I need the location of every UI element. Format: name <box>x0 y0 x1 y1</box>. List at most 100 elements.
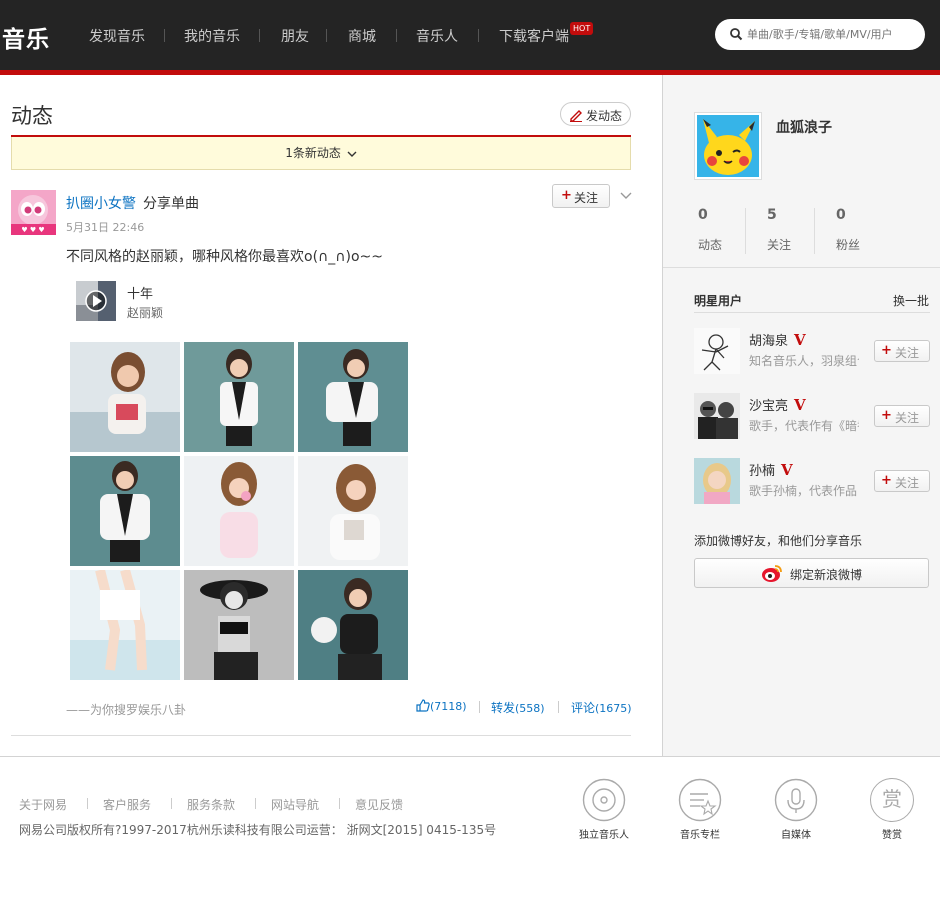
nav-divider <box>164 29 165 42</box>
footer-icon-label[interactable]: 音乐专栏 <box>660 826 740 841</box>
sidebar-divider <box>663 267 940 268</box>
comment-button[interactable]: 评论(1675) <box>571 699 632 716</box>
profile-posts-label[interactable]: 动态 <box>698 236 722 253</box>
refresh-batch-link[interactable]: 换一批 <box>893 292 929 309</box>
nav-my-music[interactable]: 我的音乐 <box>184 26 240 46</box>
like-button[interactable]: (7118) <box>416 699 467 713</box>
profile-name[interactable]: 血狐浪子 <box>776 117 832 137</box>
star-avatar[interactable] <box>694 393 740 439</box>
star-description: 歌手，代表作有《暗香》 <box>749 419 859 433</box>
profile-following-count[interactable]: 5 <box>767 207 777 223</box>
post-action-text: 分享单曲 <box>143 196 199 212</box>
follow-author-button[interactable]: + 关注 <box>552 184 610 208</box>
verified-icon: V <box>794 331 806 349</box>
star-users-title: 明星用户 <box>694 294 743 308</box>
profile-followers-label[interactable]: 粉丝 <box>836 236 860 253</box>
profile-following-label[interactable]: 关注 <box>767 236 791 253</box>
star-user-item: 胡海泉V 知名音乐人，羽泉组合成员 +关注 <box>694 328 934 374</box>
nav-friends[interactable]: 朋友 <box>281 26 309 46</box>
chevron-down-icon[interactable] <box>620 190 632 200</box>
shared-song-card[interactable]: 十年 赵丽颖 <box>66 273 631 329</box>
photo-thumbnail[interactable] <box>298 342 408 452</box>
top-navigation-bar: 音乐 发现音乐 我的音乐 朋友 商城 音乐人 下载客户端 HOT <box>0 0 940 70</box>
profile-followers-count[interactable]: 0 <box>836 207 846 223</box>
thumbs-up-icon <box>416 699 430 712</box>
star-avatar[interactable] <box>694 328 740 374</box>
star-user-item: 沙宝亮V 歌手，代表作有《暗香》 +关注 <box>694 393 934 439</box>
new-posts-banner[interactable]: 1条新动态 <box>11 137 631 170</box>
search-input[interactable] <box>747 25 917 44</box>
footer-icon-label[interactable]: 独立音乐人 <box>564 826 644 841</box>
post-timestamp: 5月31日 22:46 <box>66 221 145 234</box>
photo-thumbnail[interactable] <box>70 570 180 680</box>
like-count: (7118) <box>430 700 467 713</box>
microphone-icon[interactable] <box>774 778 818 822</box>
photo-thumbnail[interactable] <box>298 456 408 566</box>
new-posts-text: 1条新动态 <box>285 146 341 160</box>
share-button[interactable]: 转发(558) <box>491 699 545 716</box>
comment-count: (1675) <box>595 702 632 715</box>
nav-divider <box>259 29 260 42</box>
star-name[interactable]: 孙楠 V <box>749 460 793 479</box>
share-count: (558) <box>515 702 545 715</box>
star-user-item: 孙楠 V 歌手孙楠，代表作品 + 关注 <box>694 458 934 504</box>
post-update-label: 发动态 <box>586 109 623 123</box>
independent-musician-icon[interactable] <box>582 778 626 822</box>
footer-divider-mark <box>171 798 172 809</box>
nav-discover-music[interactable]: 发现音乐 <box>89 26 145 46</box>
nav-divider <box>478 29 479 42</box>
photo-thumbnail[interactable] <box>298 570 408 680</box>
photo-thumbnail[interactable] <box>184 570 294 680</box>
copyright-text: 网易公司版权所有?1997-2017杭州乐读科技有限公司运营： 浙网文[2015… <box>19 823 497 837</box>
footer-link-service[interactable]: 客户服务 <box>103 796 151 813</box>
photo-thumbnail[interactable] <box>70 456 180 566</box>
user-avatar[interactable]: ♥ ♥ ♥ <box>11 190 56 235</box>
footer-divider-mark <box>339 798 340 809</box>
star-description: 知名音乐人，羽泉组合成员 <box>749 354 859 368</box>
post-author-name[interactable]: 扒圈小女警 <box>66 193 136 213</box>
footer-link-about[interactable]: 关于网易 <box>19 796 67 813</box>
nav-musicians[interactable]: 音乐人 <box>416 26 458 46</box>
footer-link-feedback[interactable]: 意见反馈 <box>355 796 403 813</box>
star-name[interactable]: 沙宝亮 V <box>749 395 806 414</box>
reward-icon[interactable]: 赏 <box>870 778 914 822</box>
stat-divider <box>745 208 746 254</box>
footer-link-terms[interactable]: 服务条款 <box>187 796 235 813</box>
plus-icon: + <box>881 473 892 488</box>
bind-weibo-button[interactable]: 绑定新浪微博 <box>694 558 929 588</box>
nav-download-client[interactable]: 下载客户端 <box>499 26 569 46</box>
footer-icon-label[interactable]: 赞赏 <box>852 826 932 841</box>
photo-thumbnail[interactable] <box>70 342 180 452</box>
profile-avatar[interactable] <box>694 112 762 180</box>
stat-divider <box>479 701 480 713</box>
site-logo[interactable]: 音乐 <box>2 20 50 54</box>
footer-icon-label[interactable]: 自媒体 <box>756 826 836 841</box>
photo-thumbnail[interactable] <box>184 456 294 566</box>
hot-badge: HOT <box>570 22 594 35</box>
footer-link-sitemap[interactable]: 网站导航 <box>271 796 319 813</box>
pikachu-avatar <box>697 115 759 177</box>
follow-star-button[interactable]: + 关注 <box>874 470 930 492</box>
search-icon <box>730 28 743 41</box>
search-box[interactable] <box>715 19 925 50</box>
post-update-button[interactable]: 发动态 <box>560 102 631 126</box>
follow-star-button[interactable]: + 关注 <box>874 340 930 362</box>
profile-posts-count[interactable]: 0 <box>698 207 708 223</box>
follow-star-button[interactable]: + 关注 <box>874 405 930 427</box>
photo-thumbnail[interactable] <box>184 342 294 452</box>
star-users-divider <box>694 312 930 313</box>
weibo-prompt: 添加微博好友，和他们分享音乐 <box>694 534 863 548</box>
plus-icon: + <box>881 408 892 423</box>
nav-store[interactable]: 商城 <box>348 26 376 46</box>
svg-text:♥ ♥ ♥: ♥ ♥ ♥ <box>21 226 44 234</box>
star-name[interactable]: 胡海泉 V <box>749 330 806 349</box>
song-artist[interactable]: 赵丽颖 <box>127 304 163 321</box>
song-title[interactable]: 十年 <box>127 283 153 302</box>
page-title: 动态 <box>11 104 53 128</box>
star-avatar[interactable] <box>694 458 740 504</box>
song-cover[interactable] <box>76 281 116 321</box>
verified-icon: V <box>781 461 793 479</box>
stat-divider <box>814 208 815 254</box>
music-column-icon[interactable] <box>678 778 722 822</box>
footer-divider <box>0 756 940 757</box>
